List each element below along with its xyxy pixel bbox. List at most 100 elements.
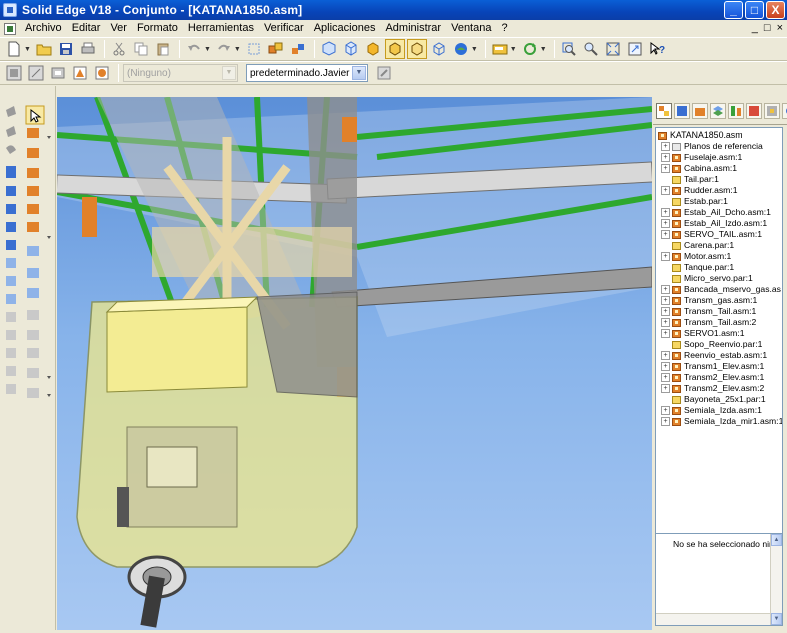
open-folder-icon[interactable]	[34, 39, 54, 59]
menu-verificar[interactable]: Verificar	[259, 20, 309, 37]
expand-plus-icon[interactable]: +	[661, 186, 670, 195]
menu-administrar[interactable]: Administrar	[380, 20, 446, 37]
tree-item[interactable]: + Estab_Ail_Izdo.asm:1	[661, 218, 782, 229]
menu-ventana[interactable]: Ventana	[446, 20, 496, 37]
copy-icon[interactable]	[131, 39, 151, 59]
assembly-tool-2-icon[interactable]	[26, 63, 46, 83]
library-tab-icon[interactable]	[674, 102, 690, 119]
tree-root[interactable]: KATANA1850.asm	[658, 130, 782, 141]
expand-plus-icon[interactable]: +	[661, 208, 670, 217]
tree-item[interactable]: + Transm2_Elev.asm:1	[661, 372, 782, 383]
pan-icon[interactable]	[625, 39, 645, 59]
whats-this-icon[interactable]: ?	[647, 39, 667, 59]
layers-tab-icon[interactable]	[710, 102, 726, 119]
assembly-tool-4-icon[interactable]	[70, 63, 90, 83]
chevron-down-icon[interactable]: ▼	[222, 66, 236, 80]
paste-icon[interactable]	[153, 39, 173, 59]
expand-plus-icon[interactable]: +	[661, 384, 670, 393]
mdi-restore-button[interactable]: □	[764, 20, 771, 37]
render-sphere-icon[interactable]	[451, 39, 471, 59]
solid-edge-app-icon[interactable]	[3, 3, 17, 17]
tree-item[interactable]: + Estab_Ail_Dcho.asm:1	[661, 207, 782, 218]
expand-plus-icon[interactable]: +	[661, 329, 670, 338]
menu-help[interactable]: ?	[496, 20, 512, 37]
pathfinder-tab-icon[interactable]	[656, 102, 672, 119]
visible-edges-icon[interactable]	[406, 39, 427, 59]
tree-item[interactable]: + SERVO1.asm:1	[661, 328, 782, 339]
zoom-icon[interactable]	[581, 39, 601, 59]
close-button[interactable]: X	[766, 1, 785, 19]
tree-item[interactable]: + Semiala_Izda_mir1.asm:1	[661, 416, 782, 427]
maximize-button[interactable]: □	[745, 1, 764, 19]
assembly-tool-1-icon[interactable]	[4, 63, 24, 83]
3d-viewport[interactable]	[57, 97, 652, 630]
assembly-relation-icon[interactable]	[288, 39, 308, 59]
expand-plus-icon[interactable]: +	[661, 373, 670, 382]
tree-item[interactable]: + Transm_Tail.asm:1	[661, 306, 782, 317]
expand-plus-icon[interactable]: +	[661, 285, 670, 294]
tree-item[interactable]: Micro_servo.par:1	[661, 273, 782, 284]
menu-formato[interactable]: Formato	[132, 20, 183, 37]
expand-plus-icon[interactable]: +	[661, 164, 670, 173]
layer-combo[interactable]: (Ninguno) ▼	[123, 64, 238, 82]
menu-herramientas[interactable]: Herramientas	[183, 20, 259, 37]
expand-plus-icon[interactable]: +	[661, 318, 670, 327]
view-front-icon[interactable]	[341, 39, 361, 59]
document-menu-icon[interactable]	[4, 22, 16, 35]
tree-item[interactable]: Sopo_Reenvio.par:1	[661, 339, 782, 350]
expand-plus-icon[interactable]: +	[661, 351, 670, 360]
undo-icon[interactable]	[184, 39, 204, 59]
cut-icon[interactable]	[109, 39, 129, 59]
selection-horizontal-scrollbar[interactable]	[656, 613, 770, 625]
expand-plus-icon[interactable]: +	[661, 142, 670, 151]
style-tool-icon[interactable]	[374, 63, 394, 83]
menu-aplicaciones[interactable]: Aplicaciones	[309, 20, 381, 37]
tree-item[interactable]: + Transm_gas.asm:1	[661, 295, 782, 306]
assembly-place-icon[interactable]	[266, 39, 286, 59]
zoom-area-icon[interactable]	[559, 39, 579, 59]
aircraft-3d-model[interactable]	[57, 97, 652, 630]
tree-item[interactable]: Bayoneta_25x1.par:1	[661, 394, 782, 405]
expand-plus-icon[interactable]: +	[661, 252, 670, 261]
assembly-tool-5-icon[interactable]	[92, 63, 112, 83]
tree-item[interactable]: + Cabina.asm:1	[661, 163, 782, 174]
menu-archivo[interactable]: Archivo	[20, 20, 67, 37]
redo-dropdown-icon[interactable]: ▼	[234, 46, 241, 53]
settings-tab-icon[interactable]	[782, 102, 787, 119]
shaded-edges-icon[interactable]	[384, 39, 405, 59]
tree-item[interactable]: + Reenvio_estab.asm:1	[661, 350, 782, 361]
tree-item[interactable]: + Rudder.asm:1	[661, 185, 782, 196]
materials-tab-icon[interactable]	[764, 102, 780, 119]
tree-item[interactable]: + Semiala_Izda.asm:1	[661, 405, 782, 416]
menu-ver[interactable]: Ver	[105, 20, 132, 37]
hide-show-icon[interactable]	[490, 39, 510, 59]
style-combo[interactable]: predeterminado.Javier ▼	[246, 64, 368, 82]
tree-item[interactable]: + Fuselaje.asm:1	[661, 152, 782, 163]
selection-vertical-scrollbar[interactable]: ▲ ▼	[770, 534, 782, 625]
shaded-view-icon[interactable]	[363, 39, 383, 59]
tree-item[interactable]: + Transm2_Elev.asm:2	[661, 383, 782, 394]
mdi-close-button[interactable]: ×	[777, 20, 783, 37]
expand-plus-icon[interactable]: +	[661, 307, 670, 316]
new-dropdown-icon[interactable]: ▼	[24, 46, 31, 53]
expand-plus-icon[interactable]: +	[661, 296, 670, 305]
redo-icon[interactable]	[214, 39, 234, 59]
tree-item[interactable]: Carena.par:1	[661, 240, 782, 251]
expand-plus-icon[interactable]: +	[661, 406, 670, 415]
new-file-icon[interactable]	[4, 39, 24, 59]
features-tab-icon[interactable]	[746, 102, 762, 119]
expand-plus-icon[interactable]: +	[661, 362, 670, 371]
tree-item[interactable]: + Motor.asm:1	[661, 251, 782, 262]
parts-tab-icon[interactable]	[692, 102, 708, 119]
chevron-down-icon[interactable]: ▼	[352, 66, 366, 80]
tree-item[interactable]: + Bancada_mservo_gas.as	[661, 284, 782, 295]
tree-item[interactable]: + Transm_Tail.asm:2	[661, 317, 782, 328]
sensors-tab-icon[interactable]	[728, 102, 744, 119]
menu-editar[interactable]: Editar	[67, 20, 106, 37]
render-dropdown-icon[interactable]: ▼	[471, 46, 478, 53]
tree-item[interactable]: Tanque.par:1	[661, 262, 782, 273]
feature-toolbar-icons[interactable]	[0, 86, 56, 630]
scroll-down-icon[interactable]: ▼	[771, 613, 782, 625]
tree-item[interactable]: + Planos de referencia	[661, 141, 782, 152]
print-icon[interactable]	[78, 39, 98, 59]
